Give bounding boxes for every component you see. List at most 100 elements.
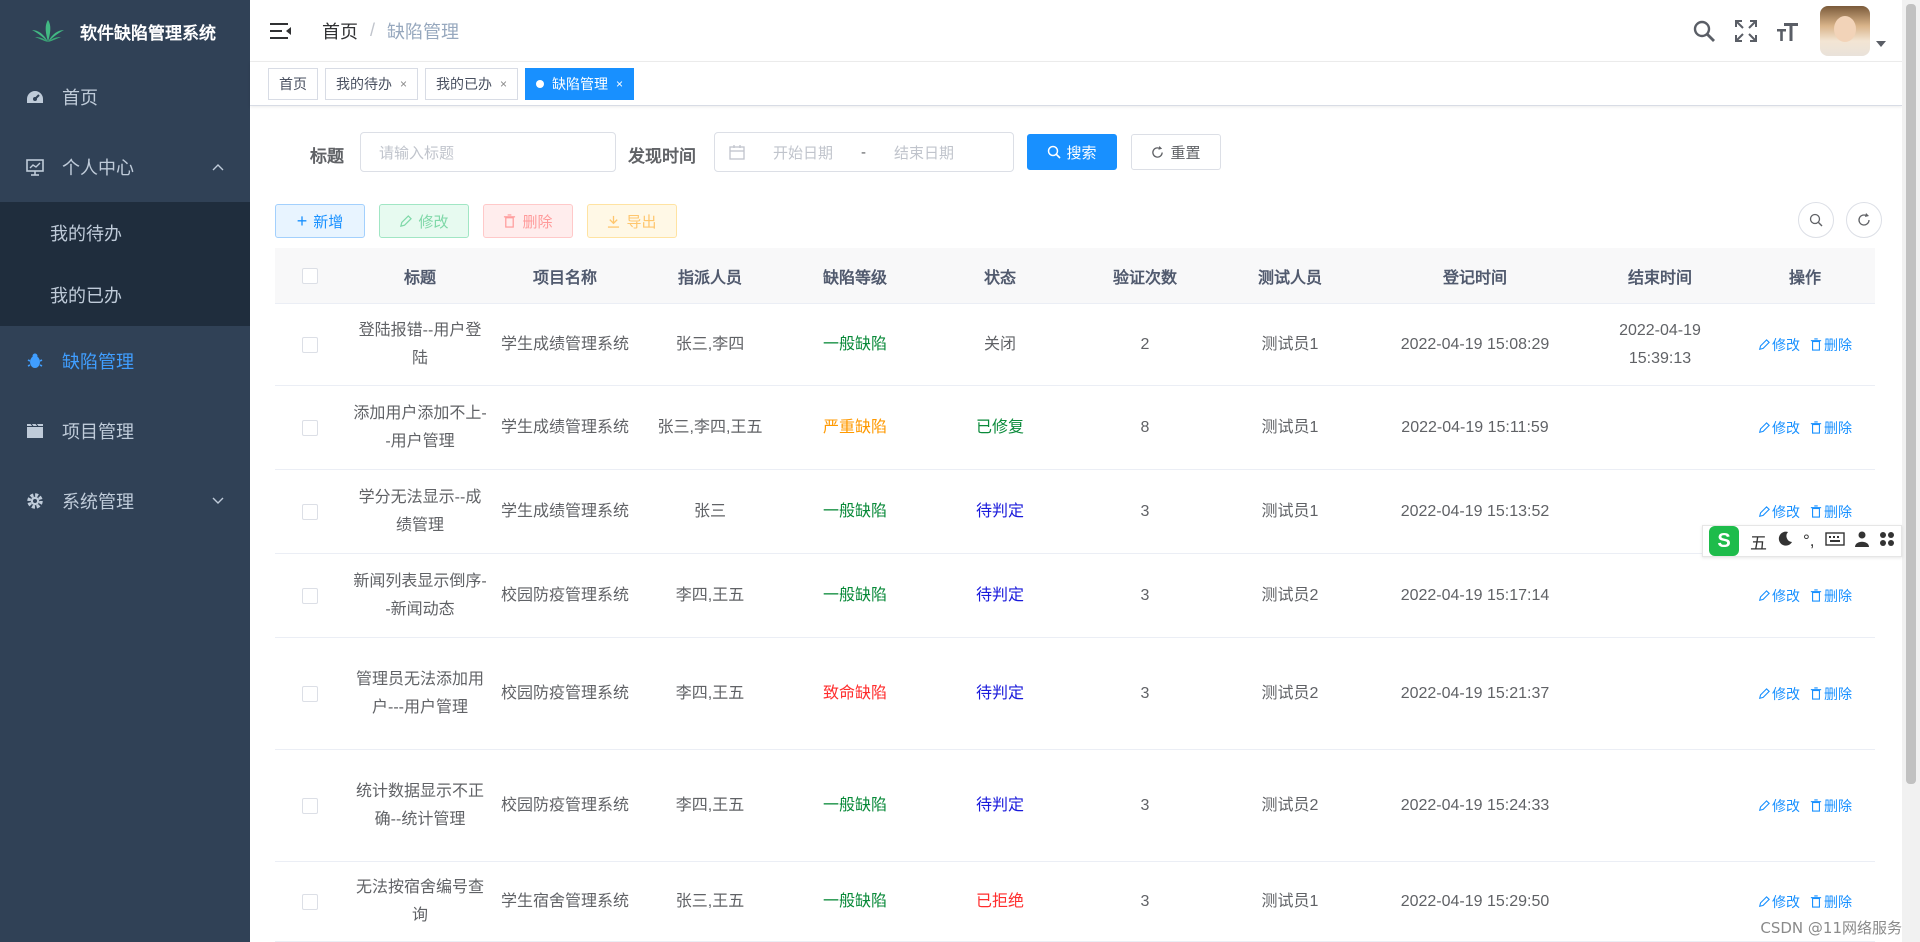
- select-all-checkbox[interactable]: [302, 267, 318, 284]
- cell-project: 学生成绩管理系统: [501, 335, 630, 353]
- tag-my-todo[interactable]: 我的待办 ×: [325, 67, 419, 100]
- row-delete-button[interactable]: 删除: [1810, 582, 1852, 610]
- tag-defect-management[interactable]: 缺陷管理 ×: [525, 67, 635, 100]
- cell-title: 登陆报错--用户登陆: [358, 321, 482, 367]
- grid-menu-icon[interactable]: [1879, 531, 1895, 552]
- ime-mode[interactable]: 五: [1750, 529, 1767, 554]
- ime-punctuation[interactable]: °,: [1803, 531, 1815, 551]
- action-toolbar: + 新增 修改 删除 导出: [250, 202, 1902, 248]
- row-edit-button[interactable]: 修改: [1758, 498, 1800, 526]
- cell-project: 校园防疫管理系统: [501, 684, 630, 702]
- cell-project: 校园防疫管理系统: [501, 796, 630, 814]
- title-input[interactable]: 请输入标题: [360, 132, 616, 172]
- close-icon[interactable]: ×: [400, 77, 407, 91]
- avatar[interactable]: [1820, 6, 1870, 56]
- fullscreen-icon[interactable]: [1732, 17, 1760, 45]
- search-button-label: 搜索: [1066, 144, 1097, 162]
- row-edit-button[interactable]: 修改: [1758, 582, 1800, 610]
- title-input-placeholder: 请输入标题: [379, 144, 455, 162]
- edit-button[interactable]: 修改: [379, 204, 469, 238]
- row-delete-button[interactable]: 删除: [1810, 680, 1852, 708]
- column-header: 操作: [1788, 269, 1821, 287]
- sidebar-item-home[interactable]: 首页: [0, 62, 250, 132]
- keyboard-icon[interactable]: [1824, 531, 1845, 551]
- search-button[interactable]: 搜索: [1027, 134, 1117, 170]
- row-checkbox[interactable]: [302, 797, 318, 814]
- row-delete-button[interactable]: 删除: [1810, 498, 1852, 526]
- user-icon[interactable]: [1854, 531, 1869, 552]
- cell-actions: 修改 删除: [1735, 582, 1875, 610]
- delete-button[interactable]: 删除: [483, 204, 573, 238]
- navbar-right: [1676, 6, 1886, 56]
- caret-down-icon[interactable]: [1876, 39, 1886, 50]
- logo-icon: [32, 20, 64, 42]
- tag-my-done[interactable]: 我的已办 ×: [425, 67, 519, 100]
- row-delete-button[interactable]: 删除: [1810, 414, 1852, 442]
- tag-home[interactable]: 首页: [268, 67, 318, 100]
- cell-assignee: 李四,王五: [675, 796, 745, 814]
- trash-icon: [1810, 505, 1822, 518]
- row-edit-button[interactable]: 修改: [1758, 792, 1800, 820]
- add-button[interactable]: + 新增: [275, 204, 365, 238]
- row-edit-label: 修改: [1772, 336, 1800, 353]
- cell-verify-count: 3: [1140, 892, 1150, 910]
- row-checkbox[interactable]: [302, 419, 318, 436]
- cell-level: 一般缺陷: [822, 892, 887, 910]
- sidebar-item-project-management[interactable]: 项目管理: [0, 396, 250, 466]
- reset-button[interactable]: 重置: [1131, 134, 1221, 170]
- cell-status: 待判定: [975, 796, 1024, 814]
- row-edit-button[interactable]: 修改: [1758, 331, 1800, 359]
- row-checkbox[interactable]: [302, 587, 318, 604]
- cell-tester: 测试员2: [1261, 684, 1319, 702]
- export-button[interactable]: 导出: [587, 204, 677, 238]
- column-header: 测试人员: [1257, 269, 1322, 287]
- cell-actions: 修改 删除: [1735, 331, 1875, 359]
- sidebar-item-system-management[interactable]: 系统管理: [0, 466, 250, 536]
- hamburger-icon[interactable]: [270, 22, 292, 40]
- edit-icon: [1758, 895, 1770, 907]
- personal-center-submenu: 我的待办 我的已办: [0, 202, 250, 326]
- row-checkbox[interactable]: [302, 893, 318, 910]
- sidebar-item-my-done[interactable]: 我的已办: [0, 264, 250, 326]
- search-icon[interactable]: [1690, 17, 1718, 45]
- cell-end-time: 2022-04-19 15:39:13: [1619, 321, 1701, 367]
- row-edit-button[interactable]: 修改: [1758, 680, 1800, 708]
- moon-icon[interactable]: [1777, 531, 1793, 552]
- cell-level: 致命缺陷: [822, 684, 887, 702]
- row-checkbox[interactable]: [302, 503, 318, 520]
- page-scrollbar[interactable]: [1902, 0, 1920, 942]
- row-delete-button[interactable]: 删除: [1810, 331, 1852, 359]
- row-edit-button[interactable]: 修改: [1758, 888, 1800, 916]
- row-checkbox[interactable]: [302, 336, 318, 353]
- row-edit-button[interactable]: 修改: [1758, 414, 1800, 442]
- cell-register-time: 2022-04-19 15:08:29: [1400, 335, 1550, 353]
- close-icon[interactable]: ×: [500, 77, 507, 91]
- breadcrumb-home[interactable]: 首页: [322, 18, 358, 44]
- sidebar-item-personal-center[interactable]: 个人中心: [0, 132, 250, 202]
- column-header: 登记时间: [1442, 269, 1507, 287]
- row-delete-button[interactable]: 删除: [1810, 792, 1852, 820]
- table-header: 标题 项目名称 指派人员 缺陷等级 状态 验证次数 测试人员 登记时间 结束时间…: [275, 248, 1875, 304]
- sidebar-item-my-todo[interactable]: 我的待办: [0, 202, 250, 264]
- font-size-icon[interactable]: [1774, 17, 1802, 45]
- search-icon: [1809, 213, 1823, 227]
- row-checkbox[interactable]: [302, 685, 318, 702]
- column-header: 标题: [403, 269, 436, 287]
- cell-status: 待判定: [975, 502, 1024, 520]
- date-range-picker[interactable]: 开始日期 - 结束日期: [714, 132, 1014, 172]
- ime-toolbar[interactable]: S 五 °,: [1702, 525, 1902, 557]
- reset-button-label: 重置: [1170, 144, 1201, 162]
- toggle-search-button[interactable]: [1798, 202, 1834, 238]
- refresh-table-button[interactable]: [1846, 202, 1882, 238]
- tag-label: 我的待办: [336, 75, 392, 92]
- cell-assignee: 李四,王五: [675, 586, 745, 604]
- edit-icon: [400, 214, 413, 227]
- select-cell: [275, 503, 345, 520]
- row-delete-label: 删除: [1824, 797, 1852, 814]
- select-cell: [275, 893, 345, 910]
- cell-assignee: 张三,李四,王五: [657, 418, 763, 436]
- scrollbar-thumb[interactable]: [1906, 4, 1916, 784]
- close-icon[interactable]: ×: [616, 77, 623, 91]
- sidebar-item-defect-management[interactable]: 缺陷管理: [0, 326, 250, 396]
- row-delete-button[interactable]: 删除: [1810, 888, 1852, 916]
